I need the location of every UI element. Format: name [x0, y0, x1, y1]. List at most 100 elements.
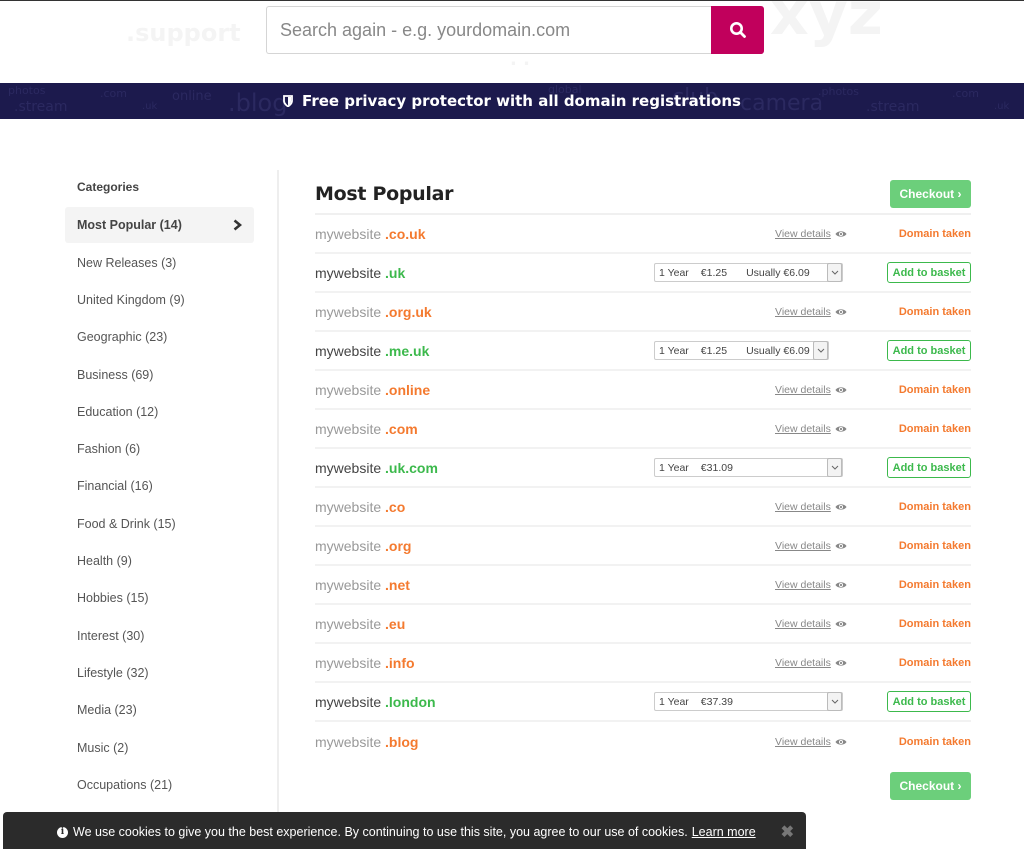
add-to-basket-button[interactable]: Add to basket [887, 457, 971, 478]
sidebar-item[interactable]: Financial (16) [65, 468, 254, 505]
sidebar-item[interactable]: Geographic (23) [65, 319, 254, 356]
domain-name: mywebsite .uk [315, 265, 405, 281]
view-details-label: View details [775, 617, 831, 630]
category-list: Most Popular (14) New Releases (3) United … [65, 207, 278, 803]
search-header: .support xyz . . [0, 1, 1024, 83]
search-button[interactable] [711, 6, 764, 54]
results-header: Most Popular Checkout › [315, 175, 971, 215]
view-details-link[interactable]: View details [775, 579, 847, 591]
view-details-label: View details [775, 656, 831, 669]
checkout-button[interactable]: Checkout › [890, 180, 971, 208]
sidebar-item[interactable]: United Kingdom (9) [65, 281, 254, 318]
domain-base: mywebsite [315, 733, 382, 750]
domain-name: mywebsite .co.uk [315, 226, 426, 242]
domain-tld: .co [385, 498, 406, 515]
eye-icon [835, 386, 847, 393]
domain-row: mywebsite .eu View details Domain taken [315, 605, 971, 644]
term-select[interactable]: 1 Year €1.25 Usually €6.09 [654, 341, 829, 360]
view-details-link[interactable]: View details [775, 306, 847, 318]
sidebar-item-label: Lifestyle (32) [77, 665, 149, 680]
view-details-link[interactable]: View details [775, 736, 847, 748]
chevron-down-icon[interactable] [827, 263, 842, 282]
view-details-link[interactable]: View details [775, 423, 847, 435]
domain-base: mywebsite [315, 303, 382, 320]
price-value: €37.39 [700, 695, 733, 708]
domain-base: mywebsite [315, 693, 382, 710]
sidebar-item-label: Geographic (23) [77, 330, 168, 345]
domain-row: mywebsite .org View details Domain taken [315, 527, 971, 566]
domain-tld: .net [385, 576, 410, 593]
term-select[interactable]: 1 Year €1.25 Usually €6.09 [654, 263, 843, 282]
add-to-basket-button[interactable]: Add to basket [887, 340, 971, 361]
sidebar-item[interactable]: Education (12) [65, 393, 254, 430]
view-details-label: View details [775, 578, 831, 591]
sidebar-item[interactable]: Most Popular (14) [65, 207, 254, 243]
sidebar-item[interactable]: New Releases (3) [65, 244, 254, 281]
banner-bg-word: .blog [228, 89, 288, 117]
domain-row: mywebsite .online View details Domain take… [315, 371, 971, 410]
sidebar-item[interactable]: Health (9) [65, 542, 254, 579]
sidebar-item[interactable]: Interest (30) [65, 617, 254, 654]
watermark-text: .support [126, 19, 241, 47]
view-details-link[interactable]: View details [775, 540, 847, 552]
add-to-basket-button[interactable]: Add to basket [887, 262, 971, 283]
sidebar-item[interactable]: Occupations (21) [65, 766, 254, 803]
domain-name: mywebsite .org [315, 538, 411, 554]
banner-text: Free privacy protector with all domain r… [302, 92, 741, 110]
sidebar-item[interactable]: Food & Drink (15) [65, 505, 254, 542]
term-select[interactable]: 1 Year €31.09 [654, 458, 843, 477]
chevron-down-icon[interactable] [827, 458, 842, 477]
banner-bg-word: .stream [866, 99, 920, 115]
view-details-link[interactable]: View details [775, 501, 847, 513]
domain-row: mywebsite .info View details Domain taken [315, 644, 971, 683]
domain-row: mywebsite .co View details Domain taken [315, 488, 971, 527]
sidebar-item-label: Fashion (6) [77, 442, 141, 457]
view-details-link[interactable]: View details [775, 618, 847, 630]
domain-row: mywebsite .uk.com 1 Year €31.09 Add to bask… [315, 449, 971, 488]
domain-row: mywebsite .london 1 Year €37.39 Add to bask… [315, 683, 971, 722]
domain-row: mywebsite .me.uk 1 Year €1.25 Usually €6.09… [315, 332, 971, 371]
search-input[interactable] [266, 6, 711, 54]
eye-icon [835, 738, 847, 745]
sidebar-item-label: Education (12) [77, 404, 159, 419]
sidebar-item[interactable]: Fashion (6) [65, 430, 254, 467]
term-select[interactable]: 1 Year €37.39 [654, 692, 843, 711]
domain-name: mywebsite .net [315, 577, 410, 593]
domain-name: mywebsite .com [315, 421, 418, 437]
term-value: 1 Year [659, 695, 689, 708]
chevron-down-icon[interactable] [813, 341, 828, 360]
sidebar-item[interactable]: Hobbies (15) [65, 580, 254, 617]
domain-taken-status: Domain taken [898, 578, 971, 591]
sidebar-item[interactable]: Music (2) [65, 729, 254, 766]
checkout-button-bottom[interactable]: Checkout › [890, 772, 971, 800]
domain-base: mywebsite [315, 342, 382, 359]
domain-name: mywebsite .co [315, 499, 405, 515]
domain-tld: .me.uk [385, 342, 430, 359]
domain-name: mywebsite .org.uk [315, 304, 432, 320]
add-to-basket-button[interactable]: Add to basket [887, 691, 971, 712]
domain-tld: .london [385, 693, 436, 710]
domain-tld: .info [385, 654, 415, 671]
sidebar-item[interactable]: Media (23) [65, 692, 254, 729]
chevron-down-icon[interactable] [827, 692, 842, 711]
sidebar-item[interactable]: Lifestyle (32) [65, 654, 254, 691]
learn-more-link[interactable]: Learn more [692, 825, 756, 839]
search-icon [729, 22, 746, 38]
view-details-link[interactable]: View details [775, 384, 847, 396]
sidebar-item-label: Hobbies (15) [77, 591, 149, 606]
domain-row: mywebsite .blog View details Domain taken [315, 722, 971, 761]
view-details-link[interactable]: View details [775, 228, 847, 240]
domain-row: mywebsite .com View details Domain taken [315, 410, 971, 449]
domain-name: mywebsite .info [315, 655, 415, 671]
domain-taken-status: Domain taken [898, 422, 971, 435]
eye-icon [835, 230, 847, 237]
term-value: 1 Year [659, 266, 689, 279]
view-details-link[interactable]: View details [775, 657, 847, 669]
domain-tld: .co.uk [385, 225, 426, 242]
sidebar-item-label: Food & Drink (15) [77, 516, 176, 531]
domain-base: mywebsite [315, 420, 382, 437]
view-details-label: View details [775, 383, 831, 396]
close-icon[interactable]: ✖ [781, 822, 794, 842]
sidebar-item[interactable]: Business (69) [65, 356, 254, 393]
eye-icon [835, 503, 847, 510]
